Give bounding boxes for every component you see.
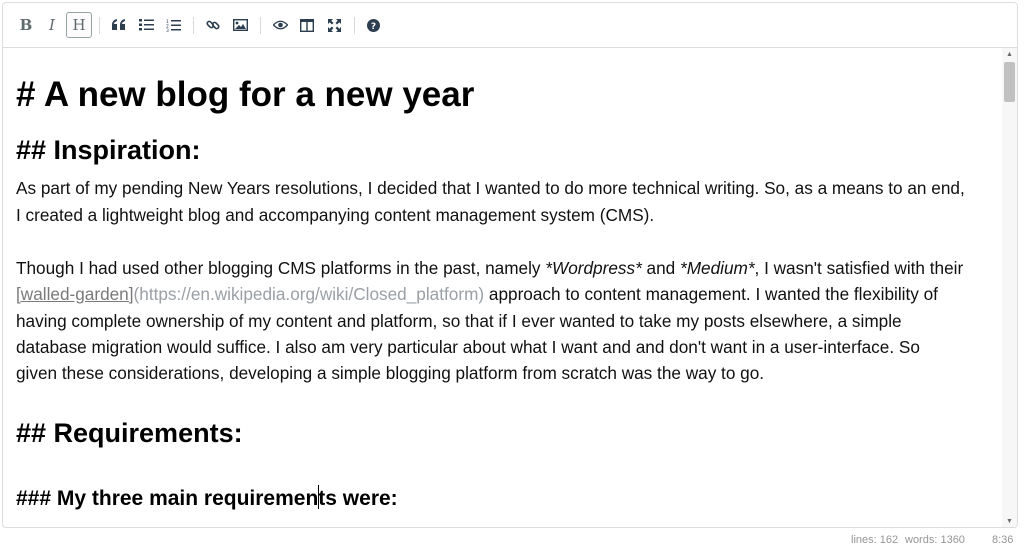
vertical-scrollbar[interactable]: ▲ ▼ <box>1002 48 1017 527</box>
ordered-list-button[interactable]: 1 2 3 <box>160 12 186 38</box>
paragraph-line: Though I had used other blogging CMS pla… <box>16 258 963 279</box>
heading-button[interactable]: H <box>66 12 92 38</box>
editor-statusbar: lines: 162 words: 1360 8:36 <box>0 530 1024 550</box>
text-segment: Though I had used other blogging CMS pla… <box>16 258 546 278</box>
svg-text:3: 3 <box>166 28 169 32</box>
paragraph-line: having complete ownership of my content … <box>16 311 902 331</box>
preview-button[interactable] <box>267 12 293 38</box>
help-icon: ? <box>366 18 380 32</box>
markdown-link-text[interactable]: [walled-garden] <box>16 284 134 304</box>
fullscreen-button[interactable] <box>321 12 347 38</box>
italic-text: *Medium* <box>680 258 755 278</box>
document-heading-1: # A new blog for a new year <box>16 75 475 114</box>
paragraph-line: database migration would suffice. I also… <box>16 337 920 357</box>
side-by-side-icon <box>300 18 314 32</box>
scroll-down-arrow-icon[interactable]: ▼ <box>1002 515 1017 527</box>
unordered-list-button[interactable] <box>133 12 159 38</box>
image-icon <box>232 19 248 31</box>
side-by-side-button[interactable] <box>294 12 320 38</box>
paragraph-line: As part of my pending New Years resoluti… <box>16 178 965 198</box>
bold-icon: B <box>19 16 33 34</box>
italic-icon: I <box>49 16 55 34</box>
paragraph-line: I created a lightweight blog and accompa… <box>16 205 655 225</box>
fullscreen-icon <box>327 18 341 32</box>
heading-requirements: ## Requirements: <box>16 418 243 448</box>
text-segment: ### My three main requiremen <box>16 487 319 510</box>
word-count: words: 1360 <box>905 534 965 546</box>
cursor-position: 8:36 <box>992 534 1014 546</box>
paragraph-line: given these considerations, developing a… <box>16 363 765 383</box>
scroll-up-arrow-icon[interactable]: ▲ <box>1002 48 1017 60</box>
bold-button[interactable]: B <box>13 12 39 38</box>
text-segment: approach to content management. I wanted… <box>484 284 938 304</box>
toolbar-separator <box>260 17 261 34</box>
heading-main-requirements: ### My three main requirements were: <box>16 485 398 511</box>
text-segment: , I wasn't satisfied with their <box>754 258 964 278</box>
heading-inspiration: ## Inspiration: <box>16 135 201 165</box>
heading-icon: H <box>72 16 86 34</box>
markdown-link-url: (https://en.wikipedia.org/wiki/Closed_pl… <box>133 284 485 304</box>
toolbar-separator <box>193 17 194 34</box>
link-icon <box>206 20 220 30</box>
quote-icon <box>112 19 125 30</box>
quote-button[interactable] <box>106 12 132 38</box>
scrollbar-thumb[interactable] <box>1004 62 1015 102</box>
preview-icon <box>272 20 288 30</box>
italic-button[interactable]: I <box>39 12 65 38</box>
markdown-editor: B I H 1 2 3 ? # A new blog for a new yea… <box>2 2 1018 528</box>
unordered-list-icon <box>138 19 154 31</box>
ordered-list-icon: 1 2 3 <box>166 19 181 32</box>
editor-text-area[interactable]: # A new blog for a new year ## Inspirati… <box>3 48 1001 527</box>
toolbar-separator <box>99 17 100 34</box>
image-button[interactable] <box>227 12 253 38</box>
svg-text:?: ? <box>370 22 375 32</box>
editor-toolbar: B I H 1 2 3 ? <box>3 3 1017 48</box>
text-segment: ts were: <box>318 487 398 510</box>
link-button[interactable] <box>200 12 226 38</box>
italic-text: *Wordpress* <box>545 258 642 278</box>
toolbar-separator <box>354 17 355 34</box>
text-segment: and <box>641 258 681 278</box>
paragraph-line: [walled-garden](https://en.wikipedia.org… <box>16 284 938 305</box>
line-count: lines: 162 <box>851 534 899 546</box>
help-button[interactable]: ? <box>360 12 386 38</box>
